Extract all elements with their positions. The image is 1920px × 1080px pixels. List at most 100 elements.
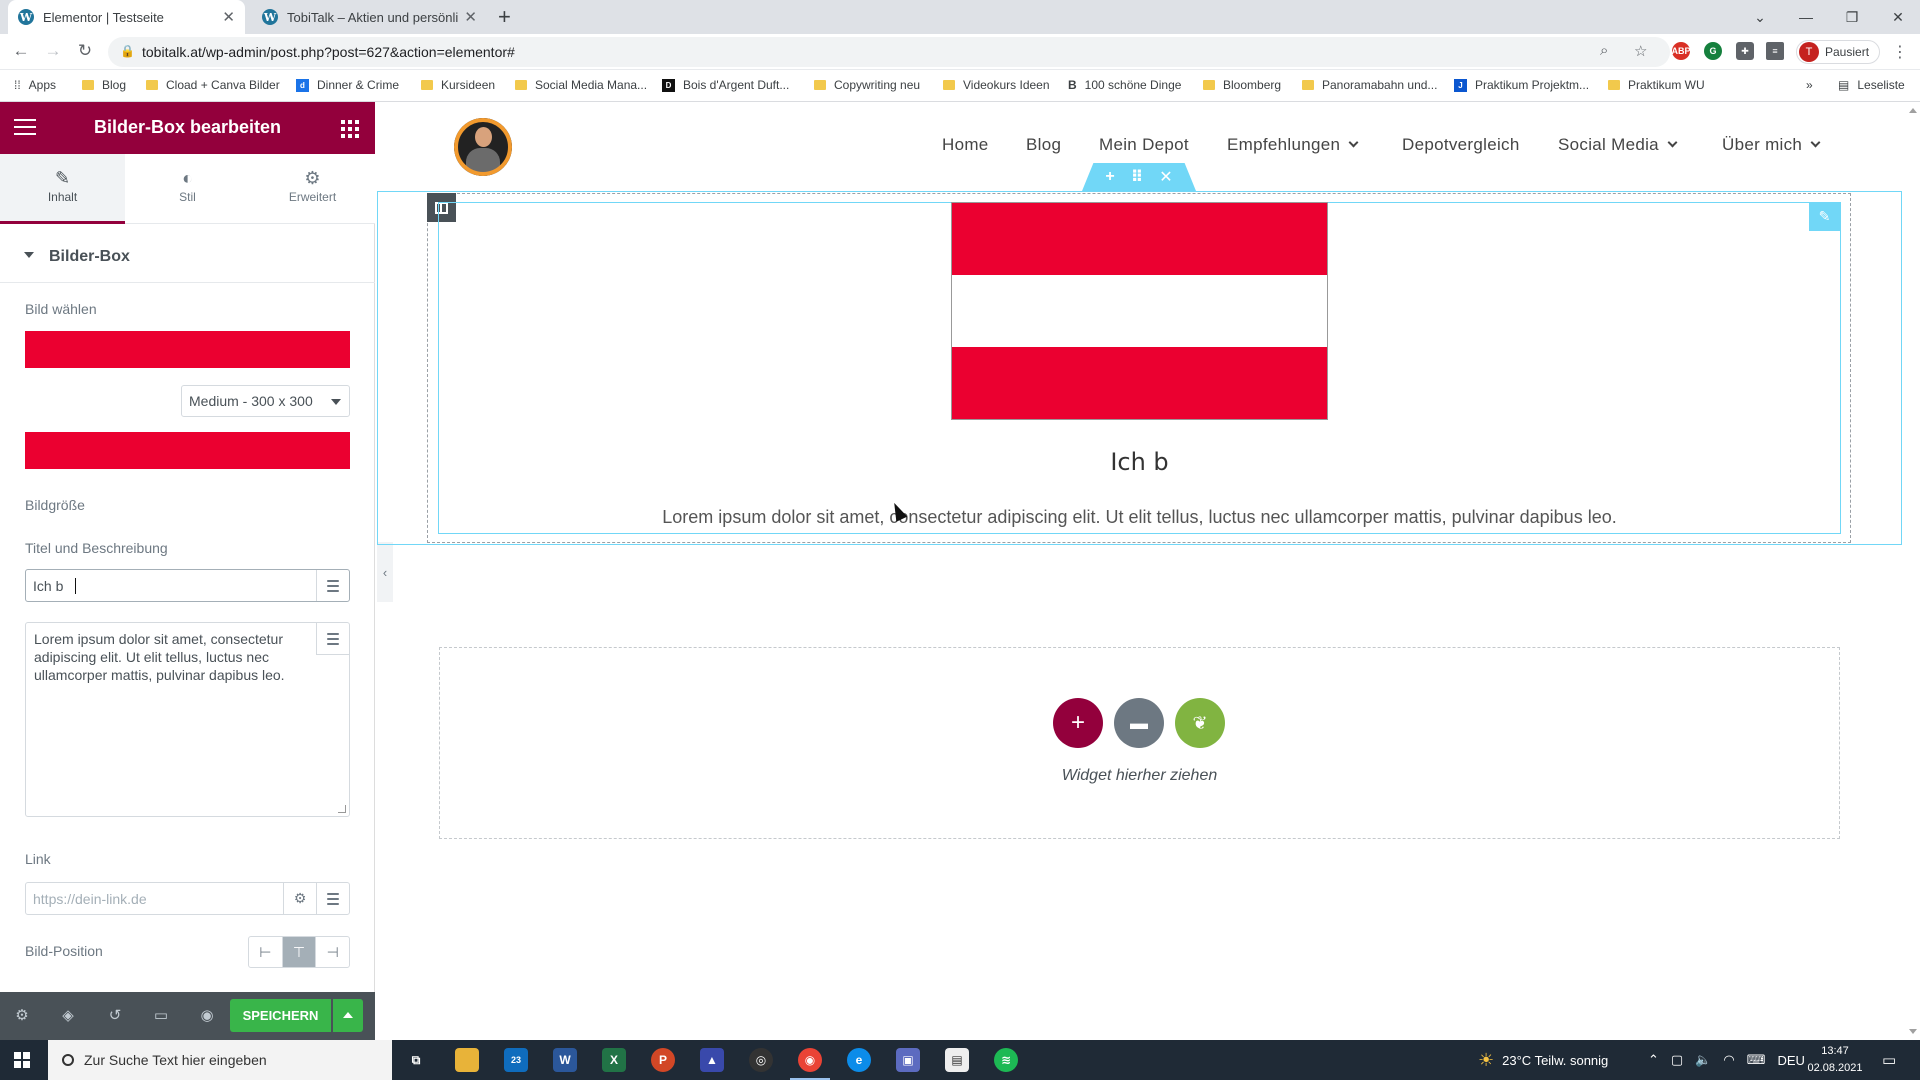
responsive-mode-icon[interactable]: ▭ <box>151 1006 171 1024</box>
page-scrollbar[interactable] <box>1905 102 1920 1040</box>
reload-icon[interactable]: ↻ <box>74 41 96 61</box>
edge-icon[interactable]: e <box>847 1048 871 1072</box>
powerpoint-icon[interactable]: P <box>651 1048 675 1072</box>
bookmark-item[interactable]: Panoramabahn und... <box>1302 78 1437 92</box>
tray-chevron-icon[interactable]: ⌃ <box>1648 1052 1659 1068</box>
resize-handle-icon[interactable] <box>338 805 346 813</box>
notifications-icon[interactable]: ▭ <box>1882 1040 1896 1080</box>
notepad-icon[interactable]: ▤ <box>945 1048 969 1072</box>
settings-gear-icon[interactable]: ⚙ <box>12 1006 32 1024</box>
bookmark-item[interactable]: Bloomberg <box>1203 78 1281 92</box>
collapse-caret-icon[interactable] <box>24 252 34 258</box>
excel-icon[interactable]: X <box>602 1048 626 1072</box>
history-icon[interactable]: ↺ <box>105 1006 125 1024</box>
bookmark-item[interactable]: d Dinner & Crime <box>296 78 399 92</box>
nav-mein-depot[interactable]: Mein Depot <box>1099 135 1189 155</box>
task-view-icon[interactable]: ⧉ <box>404 1048 428 1072</box>
bookmark-item[interactable]: D Bois d'Argent Duft... <box>662 78 789 92</box>
link-options-button[interactable]: ⚙ <box>283 883 316 914</box>
dynamic-tags-button[interactable] <box>316 570 349 601</box>
envato-kits-button[interactable]: ❦ <box>1175 698 1225 748</box>
nav-depotvergleich[interactable]: Depotvergleich <box>1402 135 1520 155</box>
grammarly-icon[interactable]: G <box>1704 42 1722 60</box>
align-top-icon[interactable]: ⊤ <box>282 937 317 967</box>
obs-icon[interactable]: ◎ <box>749 1048 773 1072</box>
image-size-select[interactable]: Medium - 300 x 300 <box>181 385 350 417</box>
chrome-icon[interactable]: ◉ <box>790 1048 830 1080</box>
keyboard-icon[interactable]: ⌨ <box>1747 1052 1766 1068</box>
bookmark-item[interactable]: B 100 schöne Dinge <box>1068 78 1181 92</box>
bookmarks-overflow[interactable]: » <box>1806 78 1813 92</box>
description-textarea[interactable]: Lorem ipsum dolor sit amet, consectetur … <box>25 622 350 817</box>
reading-mode-icon[interactable]: ≡ <box>1766 42 1784 60</box>
title-input[interactable]: Ich b <box>25 569 350 602</box>
word-icon[interactable]: W <box>553 1048 577 1072</box>
preview-image[interactable] <box>951 202 1328 420</box>
align-left-icon[interactable]: ⊢ <box>249 937 283 967</box>
zoom-icon[interactable]: ⌕ <box>1600 42 1608 59</box>
tab-tobitalk[interactable]: W TobiTalk – Aktien und persönlich ✕ <box>252 0 487 34</box>
align-right-icon[interactable]: ⊣ <box>316 937 349 967</box>
dynamic-tags-button[interactable] <box>316 623 349 655</box>
app-icon[interactable]: ▲ <box>700 1048 724 1072</box>
edit-widget-pencil-icon[interactable]: ✎ <box>1809 202 1840 231</box>
close-window-button[interactable]: ✕ <box>1875 9 1920 26</box>
link-input[interactable]: https://dein-link.de ⚙ <box>25 882 350 915</box>
tab-elementor[interactable]: W Elementor | Testseite ✕ <box>8 0 245 34</box>
bookmark-item[interactable]: Blog <box>82 78 126 92</box>
back-icon[interactable]: ← <box>10 41 32 61</box>
nav-ueber-mich[interactable]: Über mich <box>1722 135 1821 155</box>
adblock-icon[interactable]: ABP <box>1672 42 1691 60</box>
taskbar-search[interactable]: Zur Suche Text hier eingeben <box>48 1040 392 1080</box>
forward-icon[interactable]: → <box>42 41 64 61</box>
preview-eye-icon[interactable]: ◉ <box>197 1006 217 1024</box>
save-options-button[interactable] <box>333 999 363 1032</box>
close-icon[interactable]: ✕ <box>222 8 235 26</box>
windows-start-icon[interactable] <box>14 1052 30 1068</box>
bookmark-item[interactable]: J Praktikum Projektm... <box>1454 78 1589 92</box>
extensions-icon[interactable]: ✚ <box>1736 42 1754 60</box>
drag-handle-icon[interactable]: ⠿ <box>1131 167 1144 187</box>
minimize-button[interactable]: — <box>1783 9 1829 25</box>
bookmark-apps[interactable]: ⁞⁞ Apps <box>14 78 56 92</box>
close-icon[interactable]: ✕ <box>464 8 477 26</box>
bookmark-item[interactable]: Praktikum WU <box>1608 78 1705 92</box>
spotify-icon[interactable]: ≋ <box>994 1048 1018 1072</box>
navigator-layers-icon[interactable]: ◈ <box>58 1006 78 1024</box>
nav-empfehlungen[interactable]: Empfehlungen <box>1227 135 1359 155</box>
widgets-grid-icon[interactable] <box>341 120 359 138</box>
bookmark-item[interactable]: Cload + Canva Bilder <box>146 78 280 92</box>
tab-inhalt[interactable]: ✎ Inhalt <box>0 154 125 224</box>
scroll-down-icon[interactable] <box>1909 1029 1917 1034</box>
more-menu-icon[interactable]: ⋮ <box>1892 42 1908 62</box>
save-button[interactable]: SPEICHERN <box>230 999 331 1032</box>
dynamic-tags-button[interactable] <box>316 883 349 914</box>
mail-icon[interactable]: 23 <box>504 1048 528 1072</box>
add-section-icon[interactable]: + <box>1105 168 1114 186</box>
delete-section-icon[interactable]: ✕ <box>1159 167 1172 187</box>
app-icon[interactable]: ▣ <box>896 1048 920 1072</box>
site-logo[interactable] <box>454 118 512 176</box>
bookmark-item[interactable]: Social Media Mana... <box>515 78 647 92</box>
bookmark-item[interactable]: Copywriting neu <box>814 78 920 92</box>
nav-blog[interactable]: Blog <box>1026 135 1061 155</box>
lock-icon[interactable]: 🔒 <box>120 44 135 58</box>
tab-search-icon[interactable]: ⌄ <box>1737 9 1783 26</box>
tab-stil[interactable]: ◐ Stil <box>125 154 250 224</box>
bookmark-item[interactable]: Kursideen <box>421 78 495 92</box>
collapse-panel-button[interactable]: ‹ <box>377 542 393 602</box>
nav-social-media[interactable]: Social Media <box>1558 135 1678 155</box>
weather-widget[interactable]: ☀ 23°C Teilw. sonnig <box>1478 1040 1608 1080</box>
section-title[interactable]: Bilder-Box <box>49 248 130 266</box>
template-library-button[interactable]: ▬ <box>1114 698 1164 748</box>
maximize-button[interactable]: ❐ <box>1829 9 1875 26</box>
address-bar[interactable]: 🔒 tobitalk.at/wp-admin/post.php?post=627… <box>108 37 1670 67</box>
network-icon[interactable]: ◠ <box>1723 1052 1734 1068</box>
reading-list[interactable]: ▤ Leseliste <box>1838 78 1905 92</box>
new-tab-button[interactable]: + <box>498 5 511 29</box>
add-section-button[interactable]: + <box>1053 698 1103 748</box>
bookmark-item[interactable]: Videokurs Ideen <box>943 78 1050 92</box>
scroll-up-icon[interactable] <box>1909 108 1917 113</box>
bookmark-star-icon[interactable]: ☆ <box>1634 42 1647 60</box>
meet-icon[interactable]: ▢ <box>1671 1052 1683 1068</box>
